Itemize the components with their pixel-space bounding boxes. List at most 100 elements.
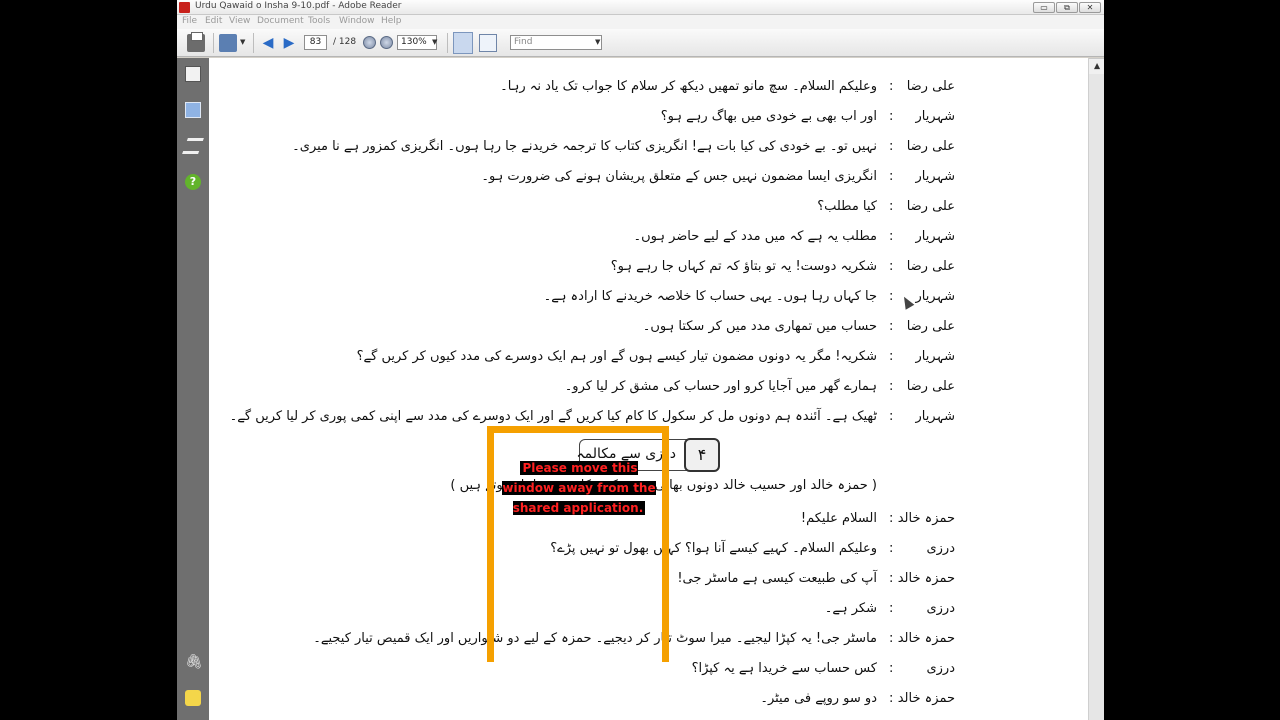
dialogue-text: کیا مطلب؟	[817, 199, 877, 214]
toolbar-separator	[213, 33, 214, 53]
help-icon[interactable]: ?	[185, 174, 201, 190]
menu-help[interactable]: Help	[381, 16, 402, 26]
page-thumbnails-icon[interactable]	[185, 66, 201, 82]
dialogue-text: دو سو روپے فی میٹر۔	[760, 691, 877, 706]
speaker-name: درزی	[926, 541, 955, 556]
menu-tools[interactable]: Tools	[308, 16, 330, 26]
speaker-colon: :	[889, 349, 894, 364]
toolbar-separator	[447, 33, 448, 53]
speaker-name: شہریار	[915, 409, 955, 424]
dialogue-text: کس حساب سے خریدا ہے یہ کپڑا؟	[691, 661, 877, 676]
restore-button[interactable]: ⧉	[1056, 2, 1078, 13]
attachments-icon[interactable]: 🖇	[185, 654, 203, 670]
speaker-name: علی رضا	[906, 319, 955, 334]
speaker-colon: :	[889, 541, 894, 556]
dialogue-line: شہریار: مطلب یہ ہے کہ میں مدد کے لیے حاضر…	[209, 226, 1088, 250]
dialogue-text: آپ کی طبیعت کیسی ہے ماسٹر جی!	[677, 571, 877, 586]
bookmarks-icon[interactable]	[185, 102, 201, 118]
pdf-app-icon	[179, 2, 190, 13]
speaker-colon: :	[889, 319, 894, 334]
speaker-colon: :	[889, 571, 894, 586]
speaker-name: شہریار	[915, 169, 955, 184]
dialogue-text: نہیں تو۔ بے خودی کی کیا بات ہے! انگریزی …	[292, 139, 877, 154]
dialogue-line: شہریار: انگریزی ایسا مضمون نہیں جس کے متع…	[209, 166, 1088, 190]
printer-icon[interactable]	[187, 32, 205, 52]
sign-dropdown-icon[interactable]: ▼	[240, 38, 245, 56]
speaker-colon: :	[889, 691, 894, 706]
speaker-name: شہریار	[915, 349, 955, 364]
speaker-colon: :	[889, 259, 894, 274]
previous-page-icon[interactable]: ◀	[260, 35, 276, 51]
speaker-name: حمزہ خالد	[897, 691, 955, 706]
sign-icon[interactable]	[219, 34, 237, 52]
zoom-out-icon[interactable]	[363, 36, 376, 49]
scroll-up-icon[interactable]: ▼	[1089, 58, 1104, 74]
dialogue-text: السلام علیکم!	[800, 511, 877, 526]
find-dropdown-icon[interactable]: ▼	[595, 38, 600, 46]
lesson-number: ۴	[684, 438, 720, 472]
full-screen-icon[interactable]	[479, 34, 497, 52]
comments-icon[interactable]	[185, 690, 201, 706]
title-bar: Urdu Qawaid o Insha 9-10.pdf - Adobe Rea…	[177, 0, 1104, 15]
dialogue-line: حمزہ خالد: دو سو روپے فی میٹر۔	[209, 688, 1088, 712]
speaker-name: علی رضا	[906, 259, 955, 274]
layers-icon[interactable]	[182, 138, 204, 154]
dialogue-text: انگریزی ایسا مضمون نہیں جس کے متعلق پریش…	[481, 169, 877, 184]
toolbar: ▼ ◀ ▶ 83 / 128 130% ▼ Find ▼	[177, 29, 1104, 57]
zoom-in-icon[interactable]	[380, 36, 393, 49]
page-number-input[interactable]: 83	[304, 35, 327, 50]
speaker-colon: :	[889, 601, 894, 616]
speaker-colon: :	[889, 109, 894, 124]
menu-bar: File Edit View Document Tools Window Hel…	[177, 15, 1104, 29]
dialogue-text: وعلیکم السلام۔ سچ مانو تمھیں دیکھ کر سلا…	[500, 79, 877, 94]
close-button[interactable]: ✕	[1079, 2, 1101, 13]
menu-edit[interactable]: Edit	[205, 16, 222, 26]
menu-window[interactable]: Window	[339, 16, 375, 26]
dialogue-text: شکریہ دوست! یہ تو بتاؤ کہ تم کہاں جا رہے…	[610, 259, 877, 274]
zoom-dropdown-icon[interactable]: ▼	[432, 38, 437, 56]
speaker-name: علی رضا	[906, 379, 955, 394]
speaker-colon: :	[889, 379, 894, 394]
page-total: / 128	[333, 37, 357, 47]
speaker-colon: :	[889, 79, 894, 94]
speaker-name: حمزہ خالد	[897, 631, 955, 646]
dialogue-text: اور اب بھی بے خودی میں بھاگ رہے ہو؟	[660, 109, 877, 124]
dialogue-text: شکر ہے۔	[824, 601, 877, 616]
dialogue-line: شہریار: شکریہ! مگر یہ دونوں مضمون تیار کی…	[209, 346, 1088, 370]
navigation-pane: ? 🖇	[177, 58, 209, 720]
dialogue-text: مطلب یہ ہے کہ میں مدد کے لیے حاضر ہوں۔	[633, 229, 877, 244]
speaker-colon: :	[889, 289, 894, 304]
find-input[interactable]: Find	[510, 35, 602, 50]
speaker-name: شہریار	[915, 109, 955, 124]
speaker-colon: :	[889, 229, 894, 244]
menu-view[interactable]: View	[229, 16, 250, 26]
speaker-name: شہریار	[915, 229, 955, 244]
menu-file[interactable]: File	[182, 16, 197, 26]
share-warning: Please move this window away from the sh…	[500, 457, 658, 517]
fit-page-icon[interactable]	[453, 32, 473, 54]
next-page-icon[interactable]: ▶	[281, 35, 297, 51]
zoom-level-input[interactable]: 130%	[397, 35, 437, 50]
speaker-name: علی رضا	[906, 199, 955, 214]
dialogue-text: ہمارے گھر میں آجایا کرو اور حساب کی مشق …	[564, 379, 877, 394]
speaker-colon: :	[889, 631, 894, 646]
dialogue-text: ٹھیک ہے۔ آئندہ ہم دونوں مل کر سکول کا کا…	[229, 409, 877, 424]
dialogue-line: علی رضا: کیا مطلب؟	[209, 196, 1088, 220]
toolbar-separator	[253, 33, 254, 53]
dialogue-line: علی رضا: ہمارے گھر میں آجایا کرو اور حساب…	[209, 376, 1088, 400]
speaker-colon: :	[889, 139, 894, 154]
speaker-colon: :	[889, 199, 894, 214]
dialogue-line: علی رضا: وعلیکم السلام۔ سچ مانو تمھیں دیک…	[209, 76, 1088, 100]
dialogue-line: علی رضا: حساب میں تمھاری مدد میں کر سکتا …	[209, 316, 1088, 340]
vertical-scrollbar[interactable]: ▼	[1088, 58, 1104, 720]
menu-document[interactable]: Document	[257, 16, 304, 26]
dialogue-text: حساب میں تمھاری مدد میں کر سکتا ہوں۔	[642, 319, 877, 334]
dialogue-line: علی رضا: نہیں تو۔ بے خودی کی کیا بات ہے! …	[209, 136, 1088, 160]
speaker-colon: :	[889, 511, 894, 526]
minimize-button[interactable]: ▭	[1033, 2, 1055, 13]
dialogue-line: علی رضا: شکریہ دوست! یہ تو بتاؤ کہ تم کہا…	[209, 256, 1088, 280]
dialogue-line: شہریار: اور اب بھی بے خودی میں بھاگ رہے ہ…	[209, 106, 1088, 130]
speaker-name: شہریار	[915, 289, 955, 304]
speaker-name: درزی	[926, 601, 955, 616]
dialogue-text: شکریہ! مگر یہ دونوں مضمون تیار کیسے ہوں …	[356, 349, 877, 364]
